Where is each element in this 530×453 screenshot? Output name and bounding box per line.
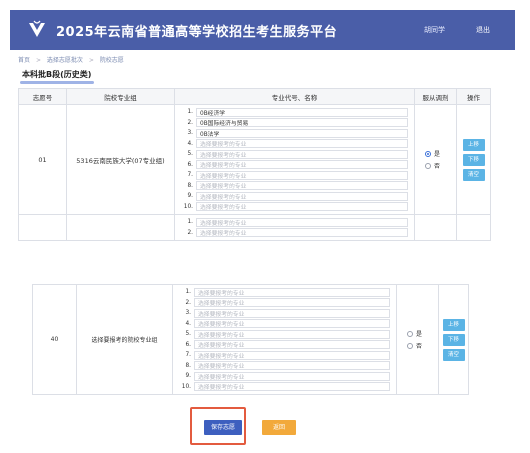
table-row: 40 选择要报考的院校专业组 1. 选择要报考的专业 2. 选择要报考的专业 3. 选… (32, 284, 469, 395)
major-row: 1. 选择要报考的专业 (179, 287, 390, 298)
major-row: 8. 选择要报考的专业 (179, 361, 390, 372)
move-up-button[interactable]: 上移 (442, 318, 465, 331)
major-field[interactable]: 选择要报考的专业 (194, 340, 390, 350)
header-volunteer-number: 志愿号 (18, 88, 67, 105)
major-field[interactable]: 0B法学 (196, 128, 408, 138)
major-field[interactable]: 选择要报考的专业 (194, 350, 390, 360)
adjust-yes-option[interactable]: 是 (425, 149, 456, 158)
major-row: 9. 选择要报考的专业 (179, 371, 390, 382)
radio-unchecked-icon[interactable] (407, 342, 413, 349)
major-row: 7. 选择要报考的专业 (181, 170, 408, 181)
major-field[interactable]: 选择要报考的专业 (196, 202, 408, 212)
major-field[interactable]: 选择要报考的专业 (196, 149, 408, 159)
major-field[interactable]: 选择要报考的专业 (194, 361, 390, 371)
volunteer-table-bottom: 40 选择要报考的院校专业组 1. 选择要报考的专业 2. 选择要报考的专业 3. 选… (32, 284, 469, 395)
back-button[interactable]: 返回 (262, 420, 296, 435)
major-field[interactable]: 选择要报考的专业 (196, 181, 408, 191)
major-row: 6. 选择要报考的专业 (181, 160, 408, 171)
volunteer-number: 01 (18, 104, 67, 215)
operation-cell: 上移 下移 清空 (456, 104, 491, 215)
volunteer-number: 40 (32, 284, 77, 395)
breadcrumb-batch[interactable]: 选择志愿批次 (47, 57, 83, 64)
header-school-group: 院校专业组 (66, 88, 175, 105)
major-field[interactable]: 选择要报考的专业 (196, 217, 408, 227)
clear-button[interactable]: 清空 (462, 168, 485, 181)
move-up-button[interactable]: 上移 (462, 138, 485, 151)
adjust-yes-option[interactable]: 是 (407, 329, 438, 338)
major-field[interactable]: 选择要报考的专业 (194, 319, 390, 329)
major-field[interactable]: 0B经济学 (196, 107, 408, 117)
operation-cell: 上移 下移 清空 (438, 284, 469, 395)
major-row: 10. 选择要报考的专业 (179, 382, 390, 393)
major-row: 3. 选择要报考的专业 (179, 308, 390, 319)
breadcrumb-home[interactable]: 首页 (18, 57, 30, 64)
major-row: 7. 选择要报考的专业 (179, 350, 390, 361)
top-header: 2025年云南省普通高等学校招生考生服务平台 胡同学 退出 (10, 10, 515, 50)
table-row: 1. 选择要报考的专业 2. 选择要报考的专业 (18, 214, 491, 241)
major-row: 2. 选择要报考的专业 (179, 298, 390, 309)
save-button[interactable]: 保存志愿 (204, 420, 242, 435)
volunteer-table-top: 志愿号 院校专业组 专业代号、名称 服从调剂 操作 01 5316云南民族大学(… (18, 88, 491, 241)
major-row: 1. 选择要报考的专业 (181, 217, 408, 228)
breadcrumb-separator-icon: > (88, 57, 94, 64)
major-field[interactable]: 选择要报考的专业 (196, 139, 408, 149)
major-row: 6. 选择要报考的专业 (179, 340, 390, 351)
section-title: 本科批B段(历史类) (22, 70, 92, 79)
breadcrumb-separator-icon: > (35, 57, 41, 64)
major-row: 5. 选择要报考的专业 (179, 329, 390, 340)
breadcrumb-current: 院校志愿 (99, 57, 124, 64)
radio-unchecked-icon[interactable] (407, 330, 413, 337)
major-field[interactable]: 选择要报考的专业 (196, 170, 408, 180)
major-row: 3. 0B法学 (181, 128, 408, 139)
major-row: 8. 选择要报考的专业 (181, 181, 408, 192)
adjust-cell: 是 否 (414, 104, 457, 215)
school-group-cell[interactable]: 选择要报考的院校专业组 (76, 284, 173, 395)
school-group-cell[interactable]: 5316云南民族大学(07专业组) (66, 104, 175, 215)
logo-icon (29, 20, 45, 37)
clear-button[interactable]: 清空 (442, 348, 465, 361)
header-operation: 操作 (456, 88, 491, 105)
logout-link[interactable]: 退出 (476, 25, 490, 35)
header-major: 专业代号、名称 (174, 88, 415, 105)
major-row: 5. 选择要报考的专业 (181, 149, 408, 160)
adjust-no-option[interactable]: 否 (407, 341, 438, 350)
major-row: 10. 选择要报考的专业 (181, 202, 408, 213)
header-adjust: 服从调剂 (414, 88, 457, 105)
table-row: 01 5316云南民族大学(07专业组) 1. 0B经济学 2. 0B国际经济与贸易… (18, 104, 491, 215)
major-row: 9. 选择要报考的专业 (181, 191, 408, 202)
radio-unchecked-icon[interactable] (425, 162, 431, 169)
major-list-cell: 1. 0B经济学 2. 0B国际经济与贸易 3. 0B法学 4. 选择要报考的专业 5.… (174, 104, 415, 215)
user-name-link[interactable]: 胡同学 (424, 25, 445, 35)
major-field[interactable]: 选择要报考的专业 (194, 287, 390, 297)
major-row: 2. 0B国际经济与贸易 (181, 118, 408, 129)
breadcrumb: 首页 > 选择志愿批次 > 院校志愿 (18, 55, 124, 64)
major-field[interactable]: 选择要报考的专业 (194, 371, 390, 381)
site-title: 2025年云南省普通高等学校招生考生服务平台 (56, 24, 338, 40)
major-field[interactable]: 选择要报考的专业 (196, 228, 408, 238)
major-row: 4. 选择要报考的专业 (179, 319, 390, 330)
adjust-no-option[interactable]: 否 (425, 161, 456, 170)
major-list-cell: 1. 选择要报考的专业 2. 选择要报考的专业 3. 选择要报考的专业 4. 选择要报考… (172, 284, 397, 395)
move-down-button[interactable]: 下移 (442, 333, 465, 346)
adjust-cell: 是 否 (396, 284, 439, 395)
major-field[interactable]: 选择要报考的专业 (196, 160, 408, 170)
major-field[interactable]: 选择要报考的专业 (194, 298, 390, 308)
major-row: 2. 选择要报考的专业 (181, 228, 408, 239)
radio-checked-icon[interactable] (425, 150, 431, 157)
move-down-button[interactable]: 下移 (462, 153, 485, 166)
table-header-row: 志愿号 院校专业组 专业代号、名称 服从调剂 操作 (18, 88, 491, 105)
major-row: 4. 选择要报考的专业 (181, 139, 408, 150)
major-field[interactable]: 选择要报考的专业 (194, 329, 390, 339)
major-field[interactable]: 0B国际经济与贸易 (196, 118, 408, 128)
section-title-underline (20, 81, 94, 84)
major-field[interactable]: 选择要报考的专业 (196, 191, 408, 201)
major-field[interactable]: 选择要报考的专业 (194, 382, 390, 392)
major-list-cell: 1. 选择要报考的专业 2. 选择要报考的专业 (174, 214, 415, 241)
major-field[interactable]: 选择要报考的专业 (194, 308, 390, 318)
major-row: 1. 0B经济学 (181, 107, 408, 118)
